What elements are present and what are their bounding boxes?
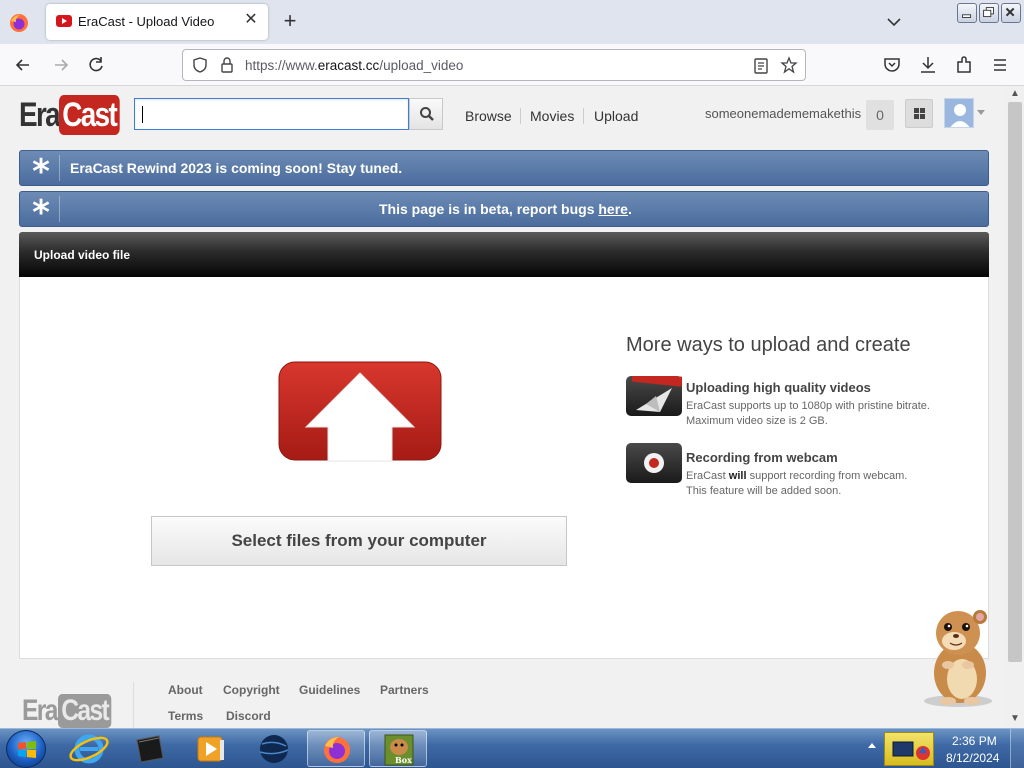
- beta-banner: * This page is in beta, report bugs here…: [19, 191, 989, 233]
- banner-divider: [59, 155, 60, 181]
- record-icon: [644, 453, 664, 473]
- show-desktop-button[interactable]: [1010, 729, 1024, 768]
- chevron-down-icon[interactable]: [884, 12, 904, 32]
- window-controls: [957, 3, 1021, 23]
- reader-view-icon[interactable]: [753, 57, 769, 75]
- banner-text: EraCast Rewind 2023 is coming soon! Stay…: [70, 160, 403, 176]
- nav-movies-link[interactable]: Movies: [530, 108, 574, 124]
- windows-taskbar: Box 2:36 PM 8/12/2024: [0, 728, 1024, 768]
- section-title: Upload video file: [34, 248, 131, 262]
- internet-explorer-icon[interactable]: [60, 730, 118, 767]
- clock-time[interactable]: 2:36 PM: [952, 734, 997, 748]
- nav-divider: [583, 108, 584, 124]
- user-silhouette-icon: [950, 104, 970, 127]
- page-scrollbar[interactable]: ▲ ▼: [1006, 86, 1024, 728]
- footer-copyright-link[interactable]: Copyright: [223, 683, 280, 697]
- option-title-hq: Uploading high quality videos: [686, 380, 871, 395]
- option-desc-hq: EraCast supports up to 1080p with pristi…: [686, 400, 930, 427]
- footer-logo[interactable]: Era Cast: [22, 694, 123, 728]
- restore-icon[interactable]: [979, 3, 999, 23]
- show-hidden-icons-icon[interactable]: [868, 743, 876, 748]
- username-link[interactable]: someonemadememakethis: [705, 106, 861, 121]
- browser-tab-strip: EraCast - Upload Video ✕ +: [0, 0, 1024, 44]
- grid-icon: [914, 108, 925, 119]
- option-title-webcam: Recording from webcam: [686, 450, 838, 465]
- tab-title: EraCast - Upload Video: [78, 14, 215, 29]
- eracast-logo[interactable]: Era Cast: [19, 95, 133, 135]
- footer-partners-link[interactable]: Partners: [380, 683, 429, 697]
- search-input[interactable]: [134, 98, 409, 130]
- box-label: Box: [395, 755, 412, 765]
- media-player-icon[interactable]: [182, 730, 240, 767]
- upload-section-header: Upload video file: [19, 232, 989, 277]
- nav-upload-link[interactable]: Upload: [594, 108, 638, 124]
- back-icon[interactable]: [12, 54, 34, 76]
- more-ways-title: More ways to upload and create: [626, 334, 911, 356]
- bonzi-box-taskbar-button[interactable]: Box: [369, 730, 427, 767]
- banner-divider: [59, 196, 60, 222]
- scroll-up-icon[interactable]: ▲: [1010, 89, 1020, 99]
- asterisk-icon: *: [32, 152, 50, 192]
- upload-panel: Select files from your computer More way…: [19, 277, 989, 659]
- minimize-icon[interactable]: [957, 3, 977, 23]
- search-icon: [420, 107, 434, 121]
- shield-icon[interactable]: [191, 56, 209, 74]
- scrollbar-thumb[interactable]: [1008, 102, 1022, 662]
- footer-terms-link[interactable]: Terms: [168, 709, 203, 723]
- close-window-icon[interactable]: [1001, 3, 1021, 23]
- windows-logo-icon: [18, 741, 36, 758]
- upload-arrow-icon[interactable]: [278, 361, 442, 463]
- search-button[interactable]: [409, 98, 443, 130]
- tray-app-icon[interactable]: [884, 732, 934, 766]
- text-caret: [142, 106, 143, 123]
- footer-about-link[interactable]: About: [168, 683, 203, 697]
- hq-upload-option-icon: [626, 371, 683, 416]
- new-tab-icon[interactable]: +: [278, 9, 302, 33]
- media-center-icon[interactable]: [121, 730, 179, 767]
- url-text[interactable]: https://www.eracast.cc/upload_video: [245, 58, 463, 73]
- paper-plane-icon: [631, 371, 683, 412]
- globe-browser-icon[interactable]: [245, 730, 303, 767]
- start-button[interactable]: [6, 730, 46, 768]
- extensions-icon[interactable]: [953, 54, 975, 76]
- hamburger-menu-icon[interactable]: [989, 54, 1011, 76]
- banner-text: This page is in beta, report bugs here.: [379, 201, 632, 217]
- downloads-icon[interactable]: [917, 54, 939, 76]
- webcam-option-icon: [626, 443, 682, 483]
- report-bugs-link[interactable]: here: [598, 201, 628, 217]
- pocket-icon[interactable]: [881, 54, 903, 76]
- browser-nav-bar: https://www.eracast.cc/upload_video: [0, 44, 1024, 86]
- footer-guidelines-link[interactable]: Guidelines: [299, 683, 360, 697]
- monitor-icon: [892, 741, 930, 760]
- close-tab-icon[interactable]: ✕: [242, 11, 260, 29]
- notification-count-badge[interactable]: 0: [866, 100, 894, 130]
- nav-browse-link[interactable]: Browse: [465, 108, 512, 124]
- avatar[interactable]: [944, 98, 974, 128]
- reload-icon[interactable]: [85, 54, 107, 76]
- eracast-favicon-icon: [56, 15, 72, 27]
- option-desc-webcam: EraCast will support recording from webc…: [686, 470, 908, 497]
- select-files-button[interactable]: Select files from your computer: [151, 516, 567, 566]
- lock-icon[interactable]: [219, 56, 235, 74]
- nav-divider: [520, 108, 521, 124]
- asterisk-icon: *: [32, 193, 50, 233]
- scroll-down-icon[interactable]: ▼: [1010, 714, 1020, 724]
- hamster-desktop-pet-icon[interactable]: [918, 603, 996, 709]
- page-content: Era Cast Browse Movies Upload someonemade…: [0, 86, 1006, 728]
- bookmark-star-icon[interactable]: [780, 56, 798, 74]
- firefox-icon: [324, 737, 350, 763]
- rewind-banner: * EraCast Rewind 2023 is coming soon! St…: [19, 150, 989, 192]
- apps-grid-button[interactable]: [905, 99, 933, 128]
- footer-discord-link[interactable]: Discord: [226, 709, 271, 723]
- firefox-menu-icon[interactable]: [8, 12, 30, 34]
- clock-date[interactable]: 8/12/2024: [946, 751, 999, 765]
- url-bar[interactable]: https://www.eracast.cc/upload_video: [182, 49, 806, 81]
- active-tab[interactable]: EraCast - Upload Video ✕: [46, 4, 268, 40]
- caret-down-icon[interactable]: [977, 110, 985, 115]
- footer-divider: [133, 682, 134, 728]
- firefox-taskbar-button[interactable]: [307, 730, 365, 767]
- forward-icon[interactable]: [50, 54, 72, 76]
